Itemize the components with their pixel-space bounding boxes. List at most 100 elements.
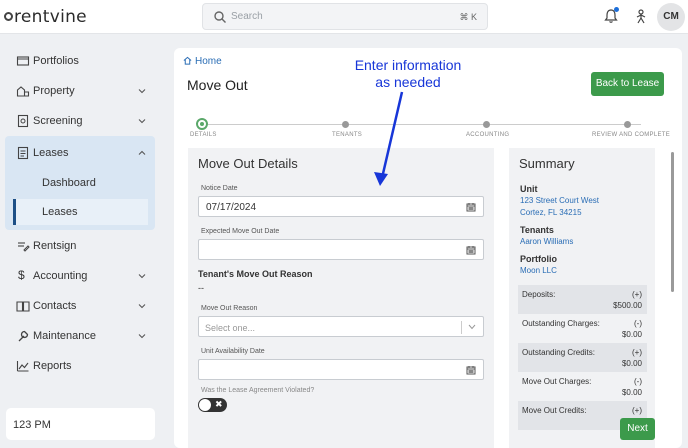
move-out-reason-heading: Tenant's Move Out Reason: [198, 269, 313, 279]
chevron-down-icon: [138, 119, 146, 124]
summary-unit-address[interactable]: 123 Street Court West: [520, 196, 599, 205]
sidebar-item-contacts[interactable]: Contacts: [8, 293, 156, 319]
select-separator: [461, 321, 462, 334]
back-to-lease-button[interactable]: Back to Lease: [591, 72, 664, 96]
annotation-arrow: [374, 91, 404, 186]
lease-violated-label: Was the Lease Agreement Violated?: [201, 387, 315, 394]
summary-title: Summary: [519, 156, 575, 171]
summary-row-sign: (+): [632, 348, 642, 357]
move-out-reason-select[interactable]: Select one...: [198, 316, 484, 337]
step-review-label[interactable]: REVIEW AND COMPLETE: [592, 132, 670, 138]
stepper-line: [201, 124, 641, 125]
property-icon: [16, 86, 30, 97]
calendar-icon[interactable]: [466, 365, 476, 375]
sidebar-subitem-leases[interactable]: Leases: [13, 199, 148, 225]
summary-row-sign: (-): [634, 377, 642, 386]
summary-row-value: $0.00: [621, 388, 642, 397]
summary-row-value: $500.00: [613, 301, 642, 310]
sidebar-item-reports[interactable]: Reports: [8, 353, 156, 379]
step-accounting-dot[interactable]: [483, 121, 490, 128]
breadcrumb[interactable]: Home: [183, 56, 222, 67]
chevron-up-icon: [138, 150, 146, 155]
avatar[interactable]: CM: [657, 3, 685, 31]
select-placeholder: Select one...: [205, 323, 256, 333]
lease-violated-toggle[interactable]: ✖: [198, 398, 227, 412]
move-out-reason-value: --: [198, 283, 204, 293]
calendar-icon[interactable]: [466, 202, 476, 212]
wrench-icon: [18, 330, 29, 342]
summary-row-label: Deposits:: [522, 290, 556, 299]
summary-row-sign: (+): [632, 406, 642, 415]
chevron-down-icon: [138, 334, 146, 339]
rentsign-icon: [18, 242, 30, 252]
notification-dot: [614, 7, 619, 12]
sidebar-item-label: Rentsign: [33, 240, 77, 252]
sidebar-item-label: Screening: [33, 115, 83, 127]
summary-row-outstanding-credits: Outstanding Credits: (+) $0.00: [518, 343, 647, 372]
step-tenants-dot[interactable]: [342, 121, 349, 128]
expected-move-out-label: Expected Move Out Date: [201, 228, 280, 235]
summary-portfolio-link[interactable]: Moon LLC: [520, 266, 557, 275]
progress-stepper: DETAILS TENANTS ACCOUNTING REVIEW AND CO…: [188, 118, 670, 146]
scrollbar[interactable]: [671, 152, 674, 292]
summary-row-move-out-charges: Move Out Charges: (-) $0.00: [518, 372, 647, 401]
sidebar-item-property[interactable]: Property: [8, 78, 156, 104]
sidebar-subitem-label: Leases: [42, 206, 78, 218]
search-shortcut: ⌘ K: [459, 12, 477, 22]
step-accounting-label[interactable]: ACCOUNTING: [466, 132, 509, 138]
step-details-label[interactable]: DETAILS: [190, 132, 217, 138]
account-switcher[interactable]: 123 PM: [6, 408, 155, 440]
expected-move-out-field[interactable]: [198, 239, 484, 260]
notice-date-label: Notice Date: [201, 185, 238, 192]
main-card: Home Move Out Back to Lease DETAILS TENA…: [174, 48, 682, 448]
summary-panel: Summary Unit 123 Street Court West Corte…: [509, 148, 655, 448]
toggle-knob: [199, 399, 211, 411]
summary-row-sign: (-): [634, 319, 642, 328]
summary-row-value: $0.00: [621, 330, 642, 339]
leases-icon: [17, 146, 29, 160]
chevron-down-icon: [138, 89, 146, 94]
summary-row-deposits: Deposits: (+) $500.00: [518, 285, 647, 314]
chevron-down-icon[interactable]: [468, 324, 476, 330]
form-title: Move Out Details: [198, 156, 298, 171]
sidebar-item-label: Reports: [33, 360, 72, 372]
sidebar-item-screening[interactable]: Screening: [8, 108, 156, 134]
annotation-line-2: as needed: [375, 74, 441, 90]
close-icon: ✖: [215, 399, 223, 409]
breadcrumb-home[interactable]: Home: [195, 56, 222, 67]
rentvine-logo[interactable]: rentvine: [4, 7, 87, 27]
summary-row-label: Outstanding Credits:: [522, 348, 595, 357]
instruction-annotation: Enter information as needed: [340, 57, 476, 91]
summary-row-value: $0.00: [621, 359, 642, 368]
chevron-down-icon: [138, 304, 146, 309]
search-input[interactable]: Search ⌘ K: [202, 3, 488, 30]
home-icon: [183, 56, 192, 65]
sidebar-item-leases[interactable]: Leases: [8, 140, 156, 166]
notice-date-value: 07/17/2024: [206, 202, 257, 213]
top-bar: rentvine Search ⌘ K CM: [0, 0, 688, 34]
unit-availability-field[interactable]: [198, 359, 484, 380]
reports-icon: [16, 361, 29, 372]
person-icon[interactable]: [634, 8, 648, 24]
account-label: 123 PM: [13, 419, 51, 431]
search-placeholder: Search: [231, 11, 263, 22]
step-details-dot[interactable]: [196, 118, 208, 130]
sidebar-item-accounting[interactable]: $ Accounting: [8, 263, 156, 289]
page-title: Move Out: [187, 77, 248, 93]
sidebar-item-portfolios[interactable]: Portfolios: [8, 48, 156, 74]
notice-date-field[interactable]: 07/17/2024: [198, 196, 484, 217]
sidebar-item-maintenance[interactable]: Maintenance: [8, 323, 156, 349]
summary-unit-heading: Unit: [520, 184, 538, 194]
calendar-icon[interactable]: [466, 245, 476, 255]
summary-tenant-link[interactable]: Aaron Williams: [520, 237, 573, 246]
summary-unit-city[interactable]: Cortez, FL 34215: [520, 208, 582, 217]
summary-tenants-heading: Tenants: [520, 225, 554, 235]
step-tenants-label[interactable]: TENANTS: [332, 132, 362, 138]
next-button[interactable]: Next: [620, 418, 655, 440]
sidebar-item-rentsign[interactable]: Rentsign: [8, 233, 156, 259]
summary-row-sign: (+): [632, 290, 642, 299]
move-out-details-panel: Move Out Details Notice Date 07/17/2024 …: [188, 148, 494, 448]
sidebar-subitem-dashboard[interactable]: Dashboard: [13, 170, 148, 196]
step-review-dot[interactable]: [624, 121, 631, 128]
annotation-line-1: Enter information: [354, 57, 462, 73]
